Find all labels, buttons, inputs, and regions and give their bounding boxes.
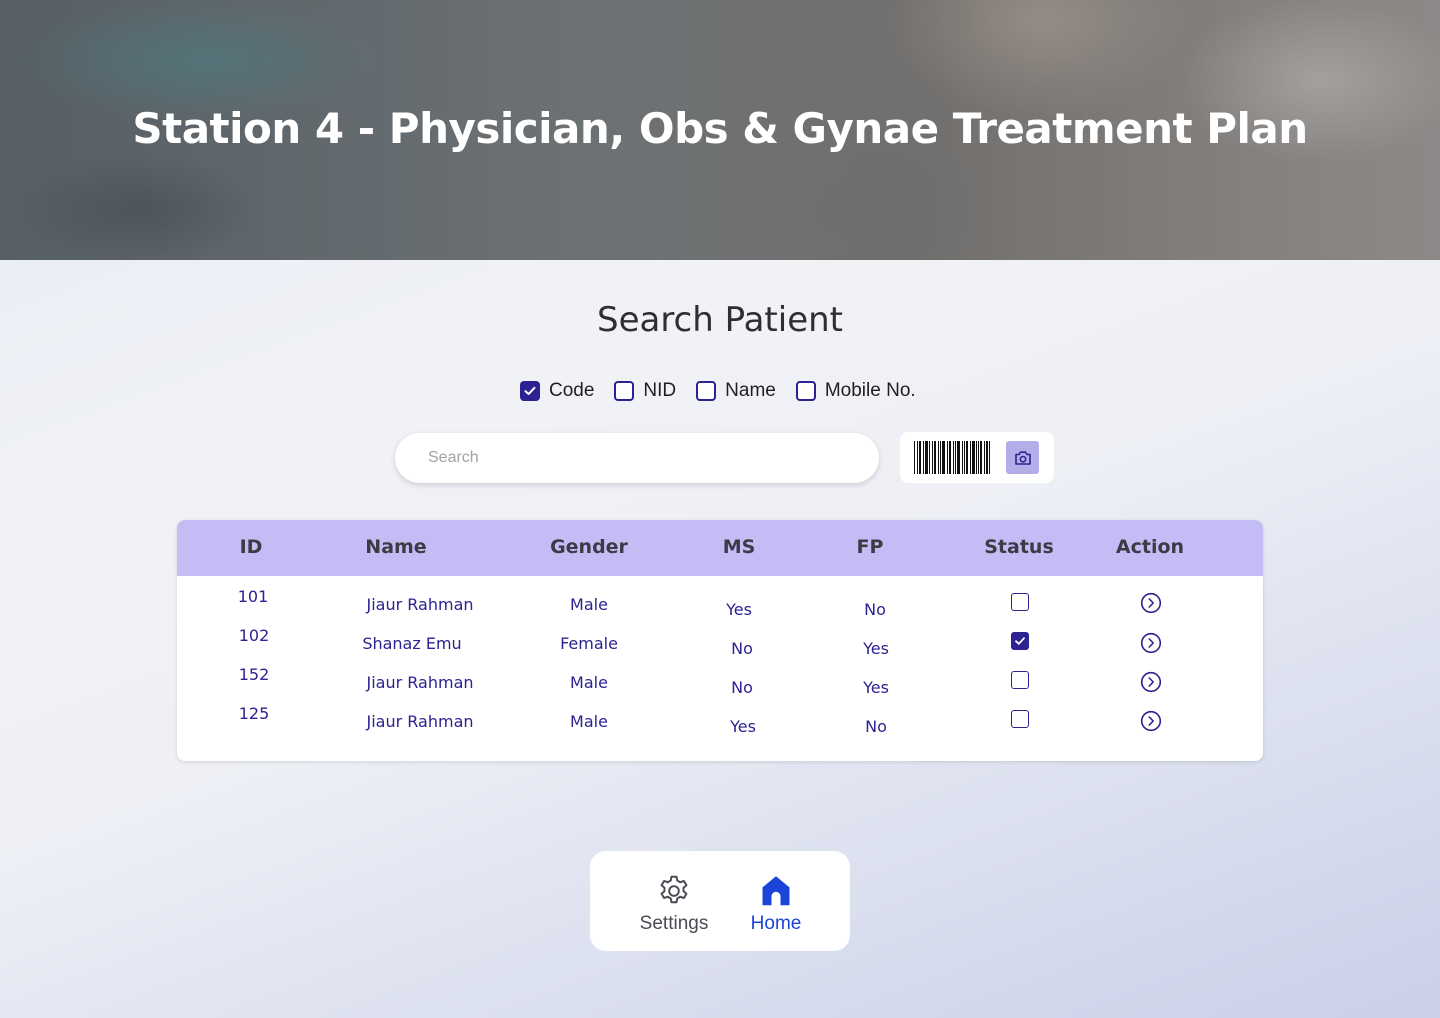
cell-ms: No — [731, 639, 753, 658]
page-title: Station 4 - Physician, Obs & Gynae Treat… — [132, 104, 1308, 153]
camera-button[interactable] — [1006, 441, 1039, 474]
patient-table: ID Name Gender MS FP Status Action 101 J… — [177, 520, 1263, 761]
filter-name[interactable]: Name — [696, 380, 776, 402]
filter-mobile-checkbox[interactable] — [795, 381, 816, 401]
cell-id: 152 — [238, 665, 270, 684]
chevron-right-circle-icon[interactable] — [1140, 632, 1162, 654]
filter-name-checkbox[interactable] — [696, 381, 717, 401]
barcode-icon[interactable] — [914, 441, 991, 474]
filter-nid-checkbox[interactable] — [614, 381, 635, 401]
camera-icon — [1014, 450, 1031, 465]
cell-gender: Male — [570, 712, 608, 731]
column-header-gender: Gender — [550, 536, 628, 558]
nav-settings[interactable]: Settings — [624, 871, 724, 935]
gear-icon — [660, 875, 688, 904]
filter-code-checkbox[interactable] — [520, 381, 540, 401]
column-header-fp: FP — [856, 536, 884, 558]
table-header: ID Name Gender MS FP Status Action — [177, 520, 1263, 576]
cell-gender: Male — [570, 595, 608, 614]
cell-name: Jiaur Rahman — [366, 712, 474, 731]
column-header-name: Name — [365, 536, 427, 558]
cell-name: Jiaur Rahman — [366, 673, 474, 692]
table-row: 101 Jiaur Rahman Male Yes No — [177, 586, 1263, 625]
search-input[interactable] — [395, 433, 879, 483]
nav-home-label: Home — [750, 913, 802, 934]
column-header-id: ID — [239, 536, 263, 558]
filter-mobile-label: Mobile No. — [824, 380, 916, 401]
cell-id: 101 — [237, 587, 269, 606]
table-row: 125 Jiaur Rahman Male Yes No — [177, 703, 1263, 742]
status-checkbox[interactable] — [1011, 710, 1029, 728]
filter-code-label: Code — [549, 380, 595, 401]
scan-box — [900, 432, 1054, 483]
table-row: 102 Shanaz Emu Female No Yes — [177, 625, 1263, 664]
filter-nid[interactable]: NID — [614, 380, 676, 402]
home-icon — [762, 876, 790, 906]
search-section-title: Search Patient — [596, 300, 843, 340]
cell-id: 125 — [238, 704, 270, 723]
cell-fp: No — [865, 717, 887, 736]
filter-code[interactable]: Code — [520, 380, 594, 402]
cell-ms: Yes — [730, 717, 756, 736]
cell-name: Jiaur Rahman — [366, 595, 474, 614]
cell-id: 102 — [238, 626, 270, 645]
column-header-ms: MS — [722, 536, 756, 558]
filter-mobile[interactable]: Mobile No. — [795, 380, 916, 402]
column-header-status: Status — [984, 536, 1054, 558]
hero-banner: Station 4 - Physician, Obs & Gynae Treat… — [0, 0, 1440, 260]
cell-ms: Yes — [726, 600, 752, 619]
cell-gender: Male — [570, 673, 608, 692]
chevron-right-circle-icon[interactable] — [1140, 671, 1162, 693]
status-checkbox[interactable] — [1011, 671, 1029, 689]
chevron-right-circle-icon[interactable] — [1140, 710, 1162, 732]
nav-home[interactable]: Home — [726, 871, 826, 935]
status-checkbox[interactable] — [1011, 593, 1029, 611]
filter-name-label: Name — [725, 380, 776, 401]
status-checkbox[interactable] — [1011, 632, 1029, 650]
cell-fp: Yes — [863, 639, 889, 658]
nav-settings-label: Settings — [639, 913, 709, 934]
filter-nid-label: NID — [643, 380, 677, 401]
cell-fp: No — [864, 600, 886, 619]
column-header-action: Action — [1115, 536, 1185, 558]
cell-name: Shanaz Emu — [362, 634, 462, 653]
cell-gender: Female — [560, 634, 618, 653]
cell-fp: Yes — [863, 678, 889, 697]
chevron-right-circle-icon[interactable] — [1140, 592, 1162, 614]
check-icon — [524, 386, 536, 395]
check-icon — [1015, 637, 1025, 645]
search-filter-group: Code NID Name Mobile No. — [520, 379, 936, 403]
table-row: 152 Jiaur Rahman Male No Yes — [177, 664, 1263, 703]
cell-ms: No — [731, 678, 753, 697]
bottom-nav: Settings Home — [590, 851, 850, 951]
